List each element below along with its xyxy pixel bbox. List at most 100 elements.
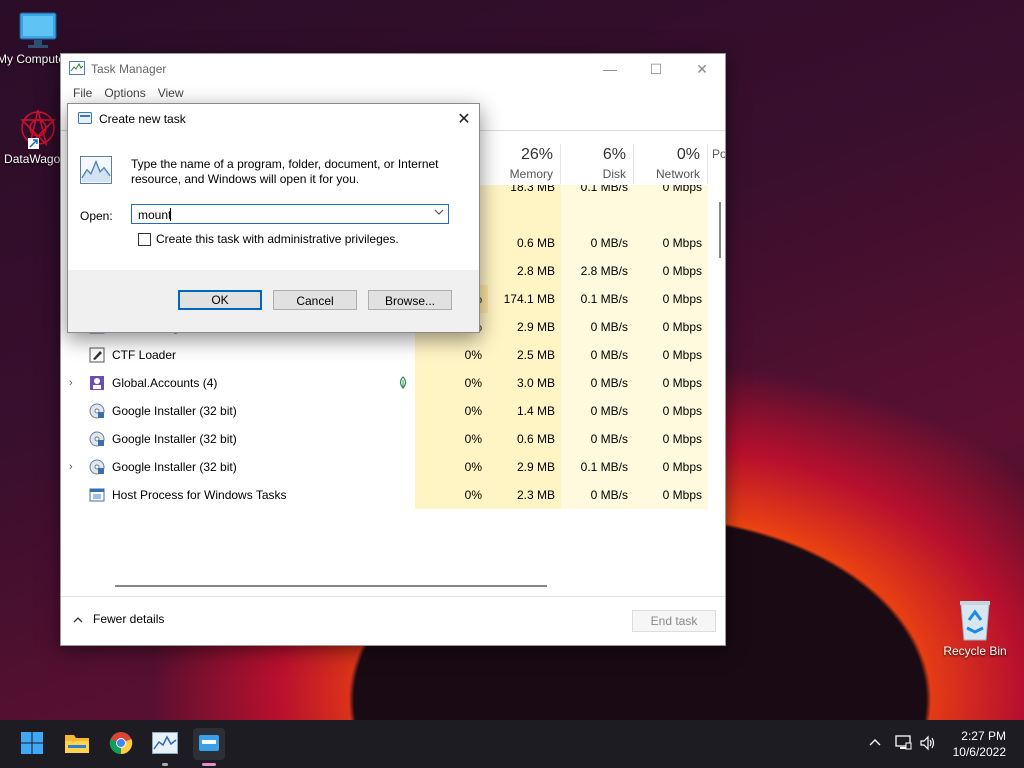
cpu-cell: 0% bbox=[415, 425, 488, 453]
memory-cell: 2.9 MB bbox=[488, 453, 561, 481]
disk-cell: 0.1 MB/s bbox=[561, 285, 634, 313]
cpu-cell: 0% bbox=[415, 341, 488, 369]
process-row[interactable]: › Google Installer (32 bit) 0% 2.9 MB 0.1 MB… bbox=[61, 453, 708, 481]
chevron-right-icon[interactable]: › bbox=[69, 377, 79, 389]
taskbar-chrome[interactable] bbox=[105, 728, 137, 760]
memory-cell: 0.6 MB bbox=[488, 425, 561, 453]
minimize-button[interactable]: — bbox=[587, 54, 633, 84]
disk-cell: 2.8 MB/s bbox=[561, 257, 634, 285]
cancel-button[interactable]: Cancel bbox=[273, 290, 357, 310]
desktop-icon-recycle-bin[interactable]: Recycle Bin bbox=[939, 598, 1011, 658]
active-indicator bbox=[202, 763, 216, 766]
menu-file[interactable]: File bbox=[67, 84, 98, 104]
disk-cell: 0 MB/s bbox=[561, 313, 634, 341]
task-manager-icon bbox=[152, 731, 178, 757]
open-combobox[interactable]: mount bbox=[131, 204, 449, 224]
network-cell bbox=[634, 201, 708, 229]
memory-cell: 2.5 MB bbox=[488, 341, 561, 369]
network-cell: 0 Mbps bbox=[634, 397, 708, 425]
process-row[interactable]: Host Process for Windows Tasks 0% 2.3 MB 0 … bbox=[61, 481, 708, 509]
disk-label: Disk bbox=[602, 167, 626, 181]
process-row[interactable]: Google Installer (32 bit) 0% 0.6 MB 0 MB/s 0… bbox=[61, 425, 708, 453]
close-button[interactable]: ✕ bbox=[679, 54, 725, 84]
installer-disc-icon bbox=[89, 431, 105, 447]
monitor-icon bbox=[18, 10, 58, 50]
vertical-scrollbar[interactable] bbox=[719, 202, 721, 258]
disk-cell: 0 MB/s bbox=[561, 397, 634, 425]
network-cell: 0 Mbps bbox=[634, 341, 708, 369]
horizontal-scrollbar[interactable] bbox=[115, 585, 547, 587]
column-header-disk[interactable]: 6% Disk bbox=[561, 144, 634, 184]
dialog-button-bar: OK Cancel Browse... bbox=[68, 270, 479, 332]
datawagon-shortcut-icon bbox=[16, 106, 60, 150]
memory-cell: 3.0 MB bbox=[488, 369, 561, 397]
memory-cell: 0.6 MB bbox=[488, 229, 561, 257]
process-row[interactable]: CTF Loader 0% 2.5 MB 0 MB/s 0 Mbps bbox=[61, 341, 708, 369]
column-header-network[interactable]: 0% Network bbox=[634, 144, 708, 184]
window-title: Task Manager bbox=[91, 62, 167, 76]
column-header-power[interactable]: Po bbox=[708, 144, 725, 184]
maximize-button[interactable]: ☐ bbox=[633, 54, 679, 84]
browse-button[interactable]: Browse... bbox=[368, 290, 452, 310]
disk-cell: 0 MB/s bbox=[561, 369, 634, 397]
process-row[interactable]: Google Installer (32 bit) 0% 1.4 MB 0 MB/s 0… bbox=[61, 397, 708, 425]
network-cell: 0 Mbps bbox=[634, 285, 708, 313]
network-cell: 0 Mbps bbox=[634, 185, 708, 201]
chevron-right-icon[interactable]: › bbox=[69, 461, 79, 473]
chevron-up-icon[interactable] bbox=[868, 736, 882, 750]
memory-cell: 2.8 MB bbox=[488, 257, 561, 285]
volume-icon[interactable] bbox=[919, 734, 937, 755]
accounts-icon bbox=[89, 375, 105, 391]
end-task-button[interactable]: End task bbox=[632, 610, 716, 632]
fewer-details-button[interactable]: Fewer details bbox=[73, 612, 164, 626]
menu-options[interactable]: Options bbox=[98, 84, 151, 104]
memory-cell: 1.4 MB bbox=[488, 397, 561, 425]
dialog-description: Type the name of a program, folder, docu… bbox=[131, 157, 439, 186]
memory-cell: 174.1 MB bbox=[488, 285, 561, 313]
disk-cell: 0.1 MB/s bbox=[561, 453, 634, 481]
network-cell: 0 Mbps bbox=[634, 425, 708, 453]
memory-percent: 26% bbox=[520, 146, 553, 163]
menu-bar: File Options View bbox=[61, 84, 725, 104]
admin-privileges-checkbox[interactable]: Create this task with administrative pri… bbox=[138, 232, 399, 246]
cpu-cell: 0% bbox=[415, 453, 488, 481]
start-button[interactable] bbox=[16, 728, 48, 760]
disk-cell: 0 MB/s bbox=[561, 341, 634, 369]
taskbar-run-dialog[interactable] bbox=[193, 728, 225, 766]
memory-label: Memory bbox=[509, 167, 553, 181]
clock-time: 2:27 PM bbox=[961, 729, 1006, 743]
efficiency-leaf-icon bbox=[398, 376, 408, 393]
taskbar-task-manager[interactable] bbox=[149, 728, 181, 766]
disk-cell: 0 MB/s bbox=[561, 425, 634, 453]
process-name: Google Installer (32 bit) bbox=[112, 432, 237, 446]
installer-disc-icon bbox=[89, 459, 105, 475]
network-cell: 0 Mbps bbox=[634, 229, 708, 257]
ok-button[interactable]: OK bbox=[178, 290, 262, 310]
clock-date: 10/6/2022 bbox=[952, 745, 1006, 759]
process-row[interactable]: › Global.Accounts (4) 0% 3.0 MB 0 MB/s 0 Mbps bbox=[61, 369, 708, 397]
process-name: CTF Loader bbox=[112, 348, 177, 362]
start-icon bbox=[20, 731, 44, 758]
menu-view[interactable]: View bbox=[152, 84, 190, 104]
dialog-titlebar[interactable]: Create new task bbox=[68, 104, 479, 134]
network-cell: 0 Mbps bbox=[634, 313, 708, 341]
disk-cell: 0.1 MB/s bbox=[561, 185, 634, 201]
text-cursor bbox=[170, 208, 171, 221]
open-input-value[interactable]: mount bbox=[138, 208, 171, 222]
memory-cell: 2.9 MB bbox=[488, 313, 561, 341]
network-icon[interactable] bbox=[894, 734, 912, 755]
system-clock[interactable]: 2:27 PM 10/6/2022 bbox=[953, 728, 1006, 760]
network-cell: 0 Mbps bbox=[634, 369, 708, 397]
fewer-details-label: Fewer details bbox=[93, 612, 165, 626]
memory-cell bbox=[488, 201, 561, 229]
dialog-close-button[interactable]: ✕ bbox=[449, 104, 479, 134]
taskbar-file-explorer[interactable] bbox=[61, 728, 93, 760]
process-name: Global.Accounts (4) bbox=[112, 376, 218, 390]
chevron-down-icon[interactable] bbox=[434, 208, 444, 219]
file-explorer-icon bbox=[64, 732, 90, 757]
network-cell: 0 Mbps bbox=[634, 453, 708, 481]
network-label: Network bbox=[655, 167, 700, 181]
disk-cell bbox=[561, 201, 634, 229]
column-header-memory[interactable]: 26% Memory bbox=[488, 144, 561, 184]
checkbox-box[interactable] bbox=[138, 232, 151, 246]
